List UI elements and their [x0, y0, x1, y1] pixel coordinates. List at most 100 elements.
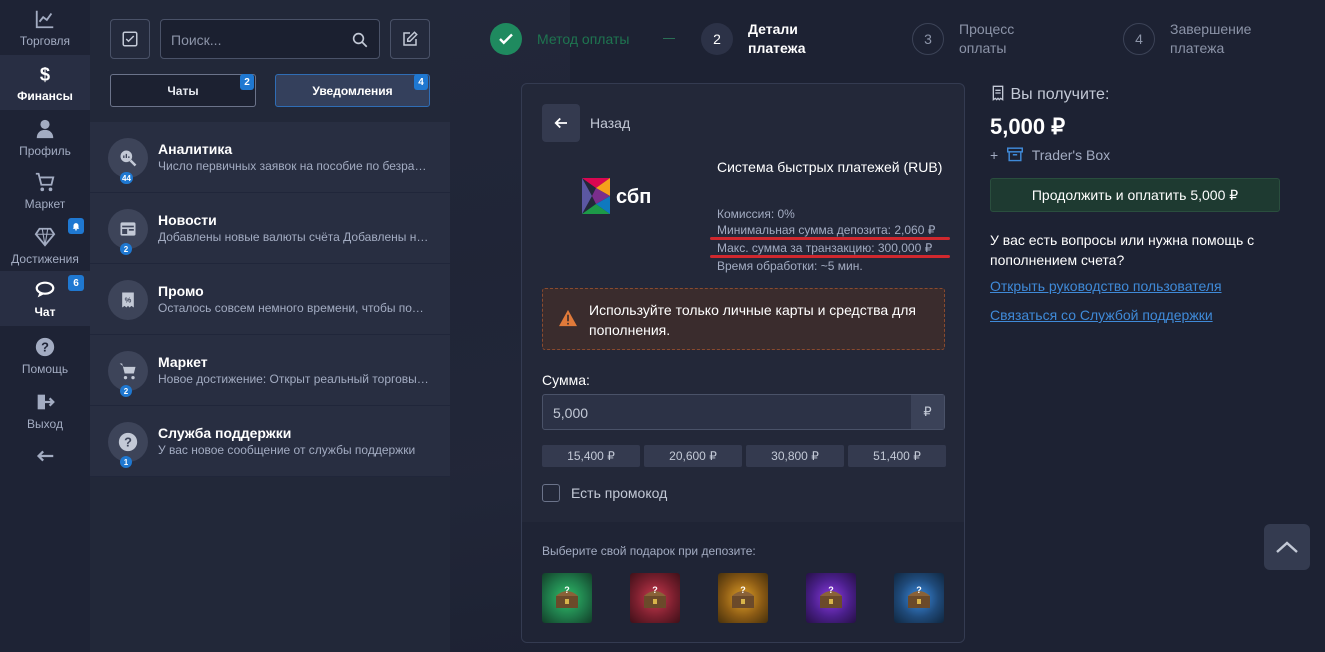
- step-done-indicator: [490, 23, 522, 55]
- svg-text:?: ?: [124, 435, 132, 450]
- promo-label[interactable]: Есть промокод: [571, 485, 667, 501]
- svg-text:?: ?: [828, 585, 834, 595]
- scroll-top-button[interactable]: [1264, 524, 1310, 570]
- nav-item-finance[interactable]: $ Финансы: [0, 55, 90, 110]
- svg-text:?: ?: [652, 585, 658, 595]
- step-connector: [663, 38, 675, 39]
- currency-label: ₽: [911, 395, 944, 429]
- item-title: Маркет: [158, 354, 208, 370]
- dollar-icon: $: [40, 63, 50, 84]
- step-label: Процесс оплаты: [959, 21, 1015, 56]
- receive-amount: 5,000 ₽: [990, 114, 1066, 139]
- list-item[interactable]: 44 Аналитика Число первичных заявок на п…: [90, 122, 450, 193]
- gift-chest-gold[interactable]: ?: [718, 573, 768, 623]
- search-input[interactable]: [171, 30, 346, 50]
- nav-label: Чат: [34, 304, 56, 319]
- help-text: У вас есть вопросы или нужна помощь с по…: [990, 232, 1255, 268]
- diamond-icon: [34, 227, 56, 247]
- count-badge: 2: [120, 385, 132, 397]
- item-preview: Число первичных заявок на пособие по без…: [158, 159, 430, 173]
- quick-amount-button[interactable]: 20,600 ₽: [644, 445, 742, 467]
- promo-icon: %: [122, 292, 134, 308]
- list-item[interactable]: 2 Маркет Новое достижение: Открыт реальн…: [90, 335, 450, 406]
- gift-chest-green[interactable]: ?: [542, 573, 592, 623]
- quick-amount-button[interactable]: 30,800 ₽: [746, 445, 844, 467]
- collapse-nav-button[interactable]: [0, 430, 90, 485]
- item-preview: Осталось совсем немного времени, чтобы п…: [158, 301, 430, 315]
- search-box: [160, 19, 380, 59]
- quick-amount-button[interactable]: 15,400 ₽: [542, 445, 640, 467]
- back-label[interactable]: Назад: [590, 115, 630, 131]
- continue-pay-button[interactable]: Продолжить и оплатить 5,000 ₽: [990, 178, 1280, 212]
- chevron-up-icon: [1276, 541, 1298, 553]
- nav-item-achievements[interactable]: Достижения: [0, 218, 90, 273]
- search-icon[interactable]: [351, 31, 369, 49]
- receive-heading: Вы получите:: [990, 85, 1109, 104]
- news-icon: [120, 222, 136, 236]
- nav-item-profile[interactable]: Профиль: [0, 110, 90, 165]
- payment-method-name: Система быстрых платежей (RUB): [717, 159, 943, 175]
- min-deposit-text: Минимальная сумма депозита: 2,060 ₽: [717, 223, 936, 237]
- nav-item-chat[interactable]: Чат 6: [0, 271, 90, 326]
- nav-label: Помощь: [21, 361, 69, 376]
- step-label: Завершение платежа: [1170, 21, 1252, 56]
- sbp-logo: сбп: [580, 172, 670, 227]
- checkbox-icon: [122, 31, 138, 47]
- count-badge: 44: [120, 172, 133, 184]
- chat-badge: 6: [68, 275, 84, 291]
- step-number: 2: [701, 23, 733, 55]
- box-icon: [1007, 147, 1024, 162]
- gift-chest-purple[interactable]: ?: [806, 573, 856, 623]
- back-button[interactable]: [542, 104, 580, 142]
- nav-item-help[interactable]: ? Помощь: [0, 328, 90, 383]
- cart-icon: [35, 172, 55, 191]
- tab-chats[interactable]: Чаты 2: [110, 74, 256, 107]
- list-item[interactable]: 2 Новости Добавлены новые валюты счёта Д…: [90, 193, 450, 264]
- item-preview: У вас новое сообщение от службы поддержк…: [158, 443, 416, 457]
- chart-line-icon: [35, 10, 54, 28]
- chat-icon: [35, 281, 55, 297]
- tab-badge: 4: [414, 74, 428, 90]
- deposit-page: Метод оплаты 2 Детали платежа 3 Процесс …: [450, 0, 1325, 652]
- bonus-label: Trader's Box: [1031, 147, 1111, 163]
- nav-label: Финансы: [17, 88, 73, 103]
- svg-text:$: $: [40, 63, 50, 84]
- nav-item-trading[interactable]: Торговля: [0, 0, 90, 55]
- left-nav: Торговля $ Финансы Профиль Маркет Достиж…: [0, 0, 90, 652]
- list-item[interactable]: % Промо Осталось совсем немного времени,…: [90, 264, 450, 335]
- avatar: %: [108, 280, 148, 320]
- gift-section: Выберите свой подарок при депозите: ? ? …: [522, 522, 964, 642]
- quick-amount-button[interactable]: 51,400 ₽: [848, 445, 946, 467]
- support-link[interactable]: Связаться со Службой поддержки: [990, 307, 1213, 323]
- analytics-icon: [120, 150, 137, 167]
- nav-label: Профиль: [19, 143, 71, 158]
- mark-read-button[interactable]: [110, 19, 150, 59]
- arrow-left-icon: [36, 450, 54, 461]
- compose-button[interactable]: [390, 19, 430, 59]
- notifications-panel: Чаты 2 Уведомления 4 44 Аналитика Число …: [90, 0, 450, 652]
- highlight-underline: [710, 237, 950, 240]
- gift-chest-blue[interactable]: ?: [894, 573, 944, 623]
- check-icon: [499, 33, 513, 45]
- svg-text:?: ?: [41, 339, 49, 354]
- receipt-icon: [992, 85, 1004, 101]
- tab-label: Чаты: [167, 83, 199, 98]
- svg-text:?: ?: [564, 585, 570, 595]
- question-icon: ?: [118, 432, 138, 452]
- max-transaction-text: Макс. сумма за транзакцию: 300,000 ₽: [717, 241, 933, 255]
- svg-text:%: %: [125, 296, 132, 305]
- nav-item-market[interactable]: Маркет: [0, 163, 90, 218]
- logout-icon: [37, 394, 55, 409]
- tab-label: Уведомления: [312, 83, 393, 98]
- edit-icon: [403, 31, 418, 46]
- tab-notifications[interactable]: Уведомления 4: [275, 74, 430, 107]
- item-preview: Добавлены новые валюты счёта Добавлены н…: [158, 230, 430, 244]
- promo-checkbox[interactable]: [542, 484, 560, 502]
- gift-chest-red[interactable]: ?: [630, 573, 680, 623]
- chest-icon: ?: [732, 585, 754, 608]
- amount-field: ₽: [542, 394, 945, 430]
- amount-input[interactable]: [553, 403, 883, 423]
- highlight-underline: [710, 255, 950, 258]
- user-guide-link[interactable]: Открыть руководство пользователя: [990, 278, 1222, 294]
- list-item[interactable]: ? 1 Служба поддержки У вас новое сообщен…: [90, 406, 450, 477]
